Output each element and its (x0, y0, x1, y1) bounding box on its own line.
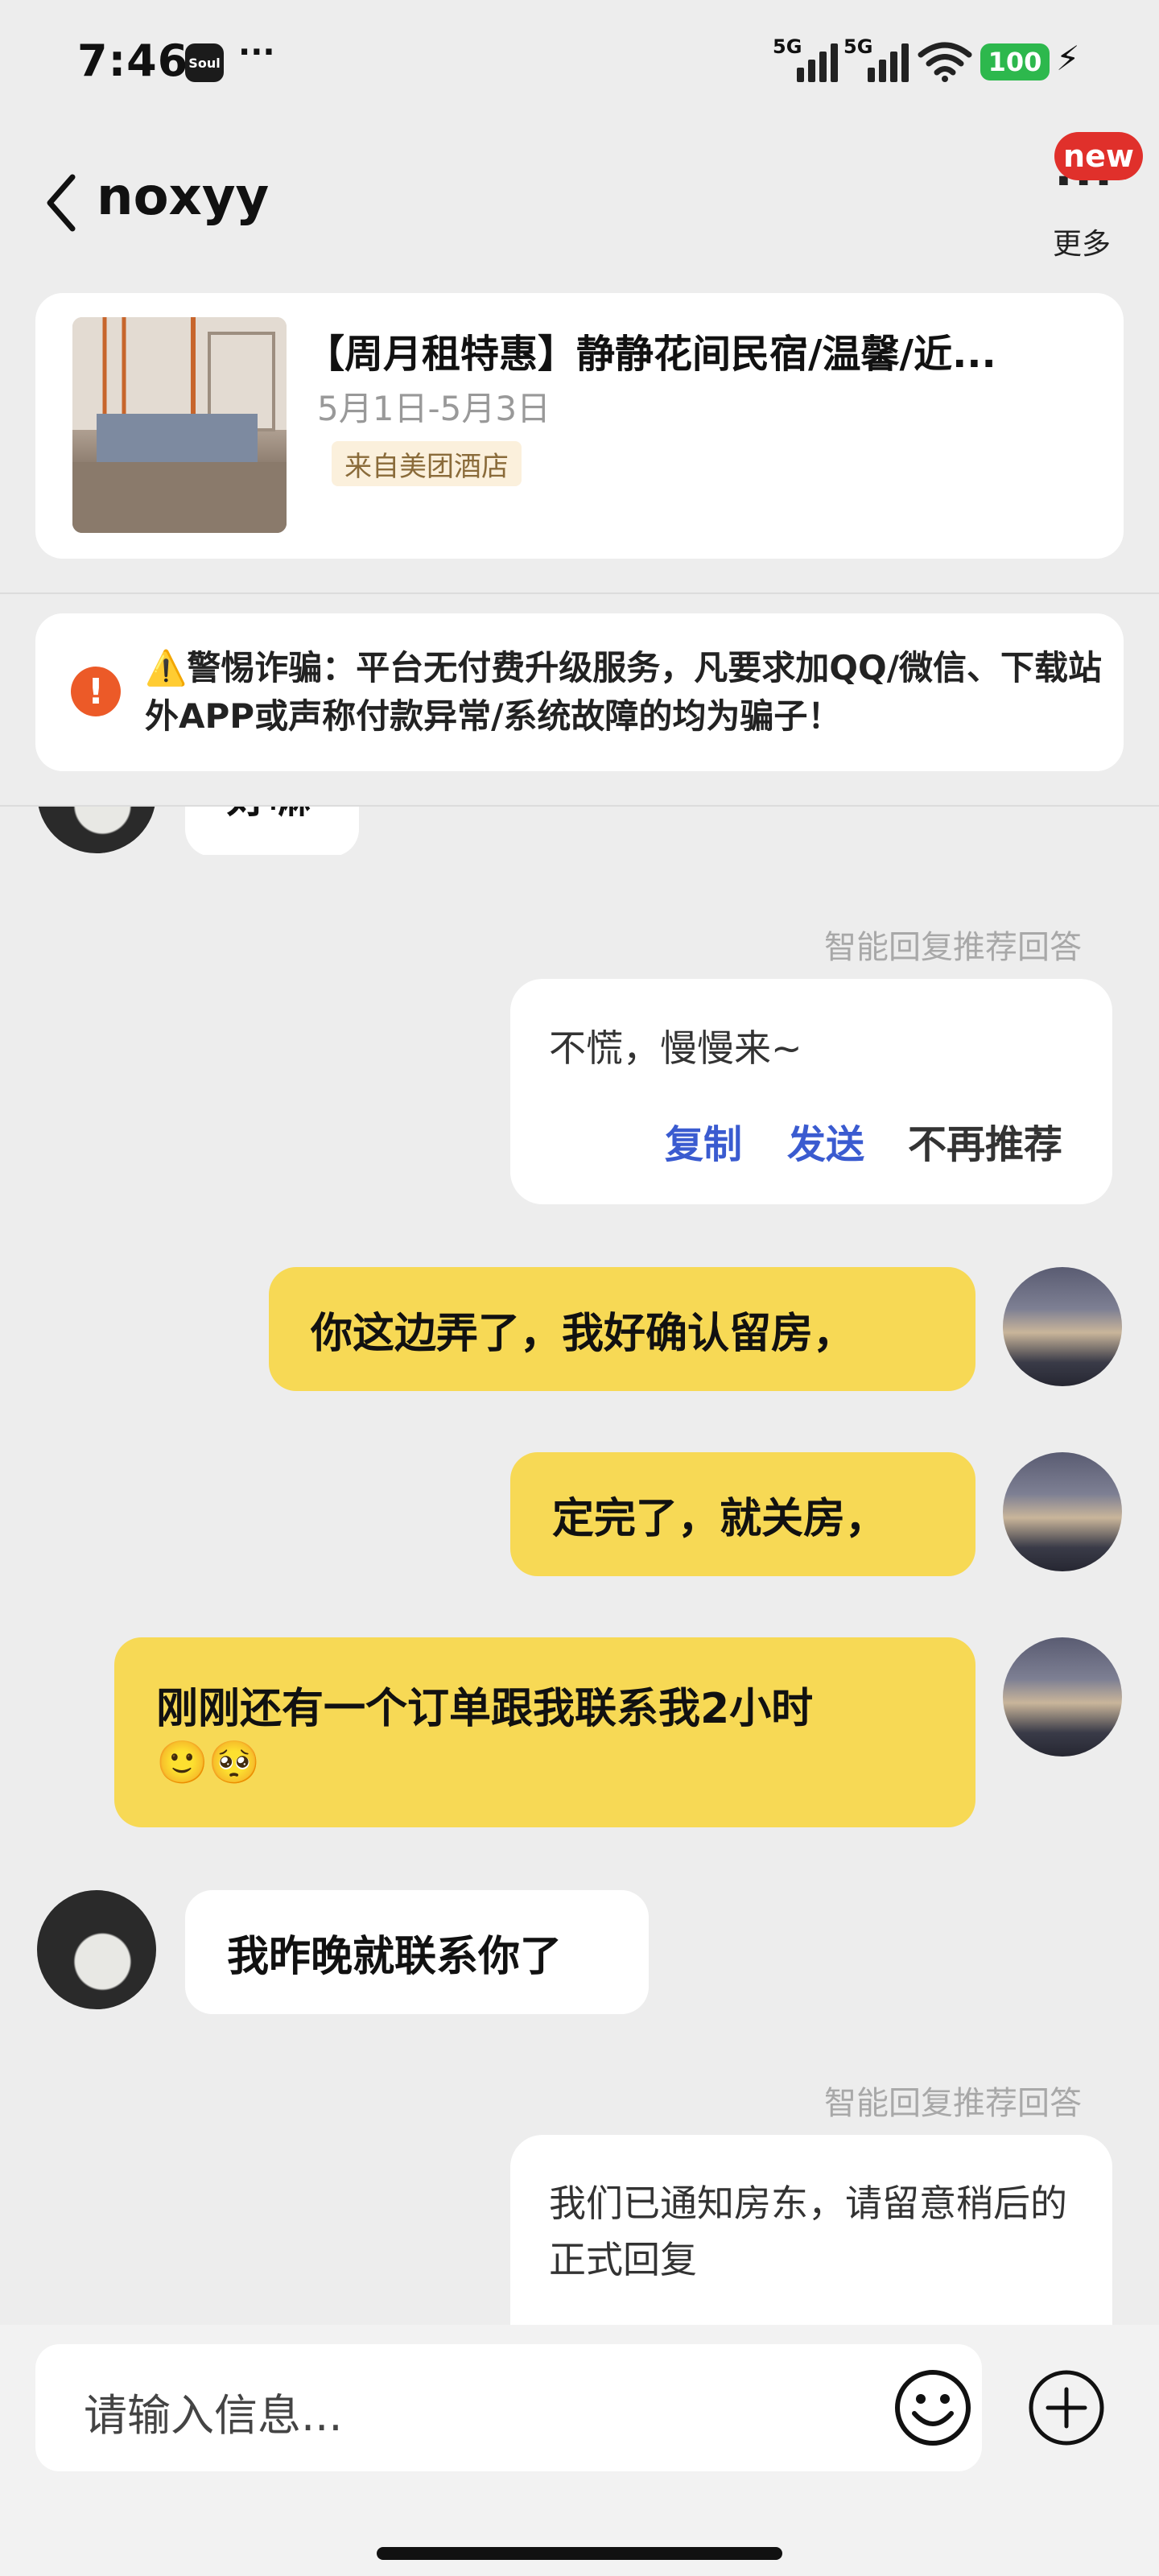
alert-icon: ! (71, 667, 121, 716)
soul-app-icon: Soul (185, 43, 224, 82)
charging-icon: ⚡ (1056, 39, 1080, 78)
message-bubble-other: 好嘛 (185, 807, 359, 855)
message-bubble-self: 定完了，就关房， (510, 1452, 975, 1576)
smart-reply-card (510, 979, 1112, 1204)
self-avatar[interactable] (1003, 1637, 1122, 1757)
message-input-placeholder[interactable]: 请输入信息... (84, 2380, 343, 2443)
message-bubble-self: 你这边弄了，我好确认留房， (269, 1267, 975, 1391)
contact-avatar[interactable] (37, 1890, 156, 2009)
partial-message-row: 好嘛 (0, 807, 1159, 855)
new-badge: new (1054, 132, 1143, 180)
smart-reply-card-clipped: 我们已通知房东，请留意稍后的正式回复 (510, 2135, 1112, 2325)
signal-icon-1 (797, 40, 838, 82)
signal-icon-2 (868, 40, 909, 82)
contact-avatar[interactable] (37, 807, 156, 853)
smart-reply-label: 智能回复推荐回答 (824, 929, 1082, 966)
message-emoji: 🙂🥺 (156, 1738, 261, 1787)
dont-recommend-button[interactable]: 不再推荐 (908, 1113, 1062, 1169)
smart-reply-text: 我们已通知房东，请留意稍后的正式回复 (549, 2182, 1067, 2281)
divider (0, 592, 1159, 594)
self-avatar[interactable] (1003, 1267, 1122, 1386)
listing-thumbnail[interactable] (72, 317, 287, 533)
status-time: 7:46 (77, 35, 189, 86)
contact-name: noxyy (97, 167, 270, 227)
back-arrow-icon[interactable] (42, 171, 80, 235)
smart-reply-label: 智能回复推荐回答 (824, 2085, 1082, 2122)
plus-icon[interactable] (1027, 2368, 1106, 2447)
wifi-icon (918, 42, 972, 82)
battery-indicator: 100 (980, 43, 1050, 80)
listing-source-tag: 来自美团酒店 (332, 441, 522, 486)
message-bubble-self: 刚刚还有一个订单跟我联系我2小时 🙂🥺 (114, 1637, 975, 1827)
emoji-icon[interactable] (893, 2368, 972, 2447)
listing-title[interactable]: 【周月租特惠】静静花间民宿/温馨/近... (306, 322, 1111, 378)
message-bubble-other: 我昨晚就联系你了 (185, 1890, 649, 2014)
listing-dates: 5月1日-5月3日 (317, 389, 551, 428)
message-text: 刚刚还有一个订单跟我联系我2小时 (156, 1684, 814, 1733)
more-label[interactable]: 更多 (1053, 221, 1111, 262)
notification-more-icon: ··· (238, 34, 275, 71)
self-avatar[interactable] (1003, 1452, 1122, 1571)
fraud-warning-text: ⚠️警惕诈骗：平台无付费升级服务，凡要求加QQ/微信、下载站外APP或声称付款异… (145, 648, 1103, 736)
home-indicator[interactable] (377, 2547, 782, 2560)
copy-button[interactable]: 复制 (665, 1113, 742, 1169)
send-suggestion-button[interactable]: 发送 (787, 1113, 864, 1169)
smart-reply-text: 不慌，慢慢来~ (549, 1026, 802, 1070)
